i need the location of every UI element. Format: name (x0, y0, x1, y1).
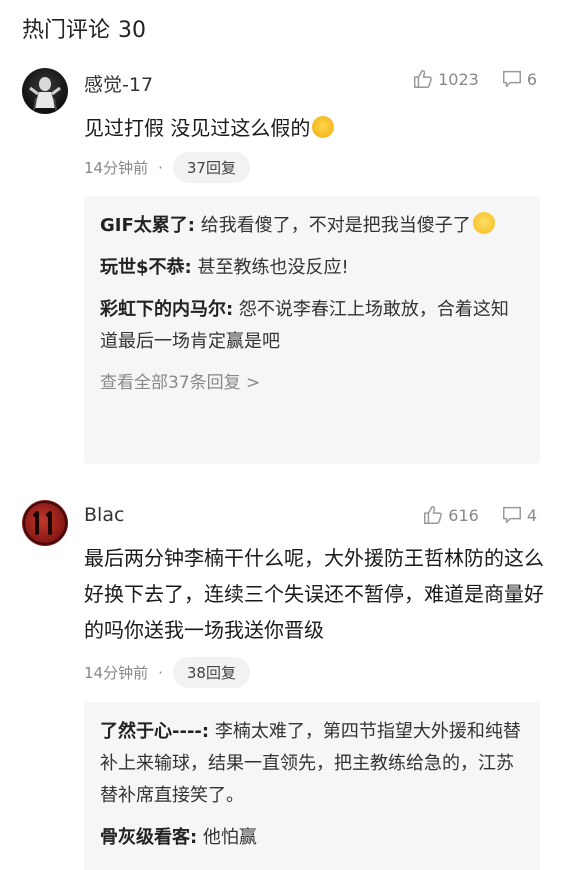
separator-dot: · (158, 158, 163, 177)
reply-author[interactable]: 了然于心----: (100, 721, 209, 742)
username[interactable]: 感觉-17 (84, 70, 153, 97)
reply-text: 给我看傻了，不对是把我当傻子了 (194, 215, 471, 236)
thumbs-up-icon (424, 506, 443, 524)
comment-count: 4 (526, 505, 537, 525)
reply-thread: GIF太累了: 给我看傻了，不对是把我当傻子了 玩世$不恭: 甚至教练也没反应!… (84, 196, 540, 464)
comment-text-content: 见过打假 没见过这么假的 (84, 116, 311, 140)
reply-count-pill[interactable]: 38回复 (172, 657, 250, 688)
reply-button[interactable]: 6 (501, 68, 537, 90)
like-count: 1023 (438, 69, 479, 89)
comment-icon (502, 70, 521, 88)
reply-thread: 了然于心----: 李楠太难了，第四节指望大外援和纯替补上来输球，结果一直领先，… (84, 702, 540, 870)
reply-button[interactable]: 4 (501, 504, 537, 526)
comment-stats: 1023 6 (412, 68, 537, 90)
view-all-replies-link[interactable]: 查看全部37条回复 > (100, 368, 524, 393)
reply-author[interactable]: 彩虹下的内马尔: (100, 299, 233, 320)
comment-text: 见过打假 没见过这么假的 (84, 110, 544, 146)
sweat-smile-emoji-icon (312, 116, 335, 138)
reply-item[interactable]: GIF太累了: 给我看傻了，不对是把我当傻子了 (100, 210, 524, 242)
reply-count-pill[interactable]: 37回复 (172, 152, 250, 183)
like-button[interactable]: 616 (422, 504, 479, 526)
player-avatar-icon (29, 77, 61, 111)
reply-text: 他怕赢 (197, 827, 257, 848)
avatar[interactable] (22, 500, 68, 546)
reply-item[interactable]: 骨灰级看客: 他怕赢 (100, 822, 524, 854)
username[interactable]: Blac (84, 504, 124, 526)
comment-stats: 616 4 (422, 504, 537, 526)
comment-meta: 14分钟前 · 37回复 (84, 152, 250, 183)
comment-icon (502, 506, 521, 524)
section-count: 30 (118, 18, 147, 43)
reply-item[interactable]: 彩虹下的内马尔: 怨不说李春江上场敢放，合着这知道最后一场肯定赢是吧 (100, 294, 524, 358)
section-title: 热门评论 (22, 18, 111, 43)
reply-item[interactable]: 了然于心----: 李楠太难了，第四节指望大外援和纯替补上来输球，结果一直领先，… (100, 716, 524, 812)
reply-author[interactable]: 玩世$不恭: (100, 257, 192, 278)
comment-text: 最后两分钟李楠干什么呢，大外援防王哲林防的这么好换下去了，连续三个失误还不暂停，… (84, 546, 544, 642)
reply-text: 甚至教练也没反应! (191, 257, 349, 278)
jersey-number-avatar-icon (23, 501, 67, 545)
reply-author[interactable]: GIF太累了: (100, 215, 195, 236)
reply-author[interactable]: 骨灰级看客: (100, 827, 197, 848)
smile-emoji-icon (472, 212, 495, 234)
timestamp: 14分钟前 (84, 664, 149, 682)
comment-meta: 14分钟前 · 38回复 (84, 657, 250, 688)
comment-count: 6 (526, 69, 537, 89)
timestamp: 14分钟前 (84, 159, 149, 177)
section-header: 热门评论 30 (22, 12, 146, 44)
reply-item[interactable]: 玩世$不恭: 甚至教练也没反应! (100, 252, 524, 284)
like-count: 616 (448, 505, 479, 525)
thumbs-up-icon (414, 70, 432, 88)
like-button[interactable]: 1023 (412, 68, 479, 90)
separator-dot: · (158, 663, 163, 682)
avatar[interactable] (22, 68, 68, 114)
